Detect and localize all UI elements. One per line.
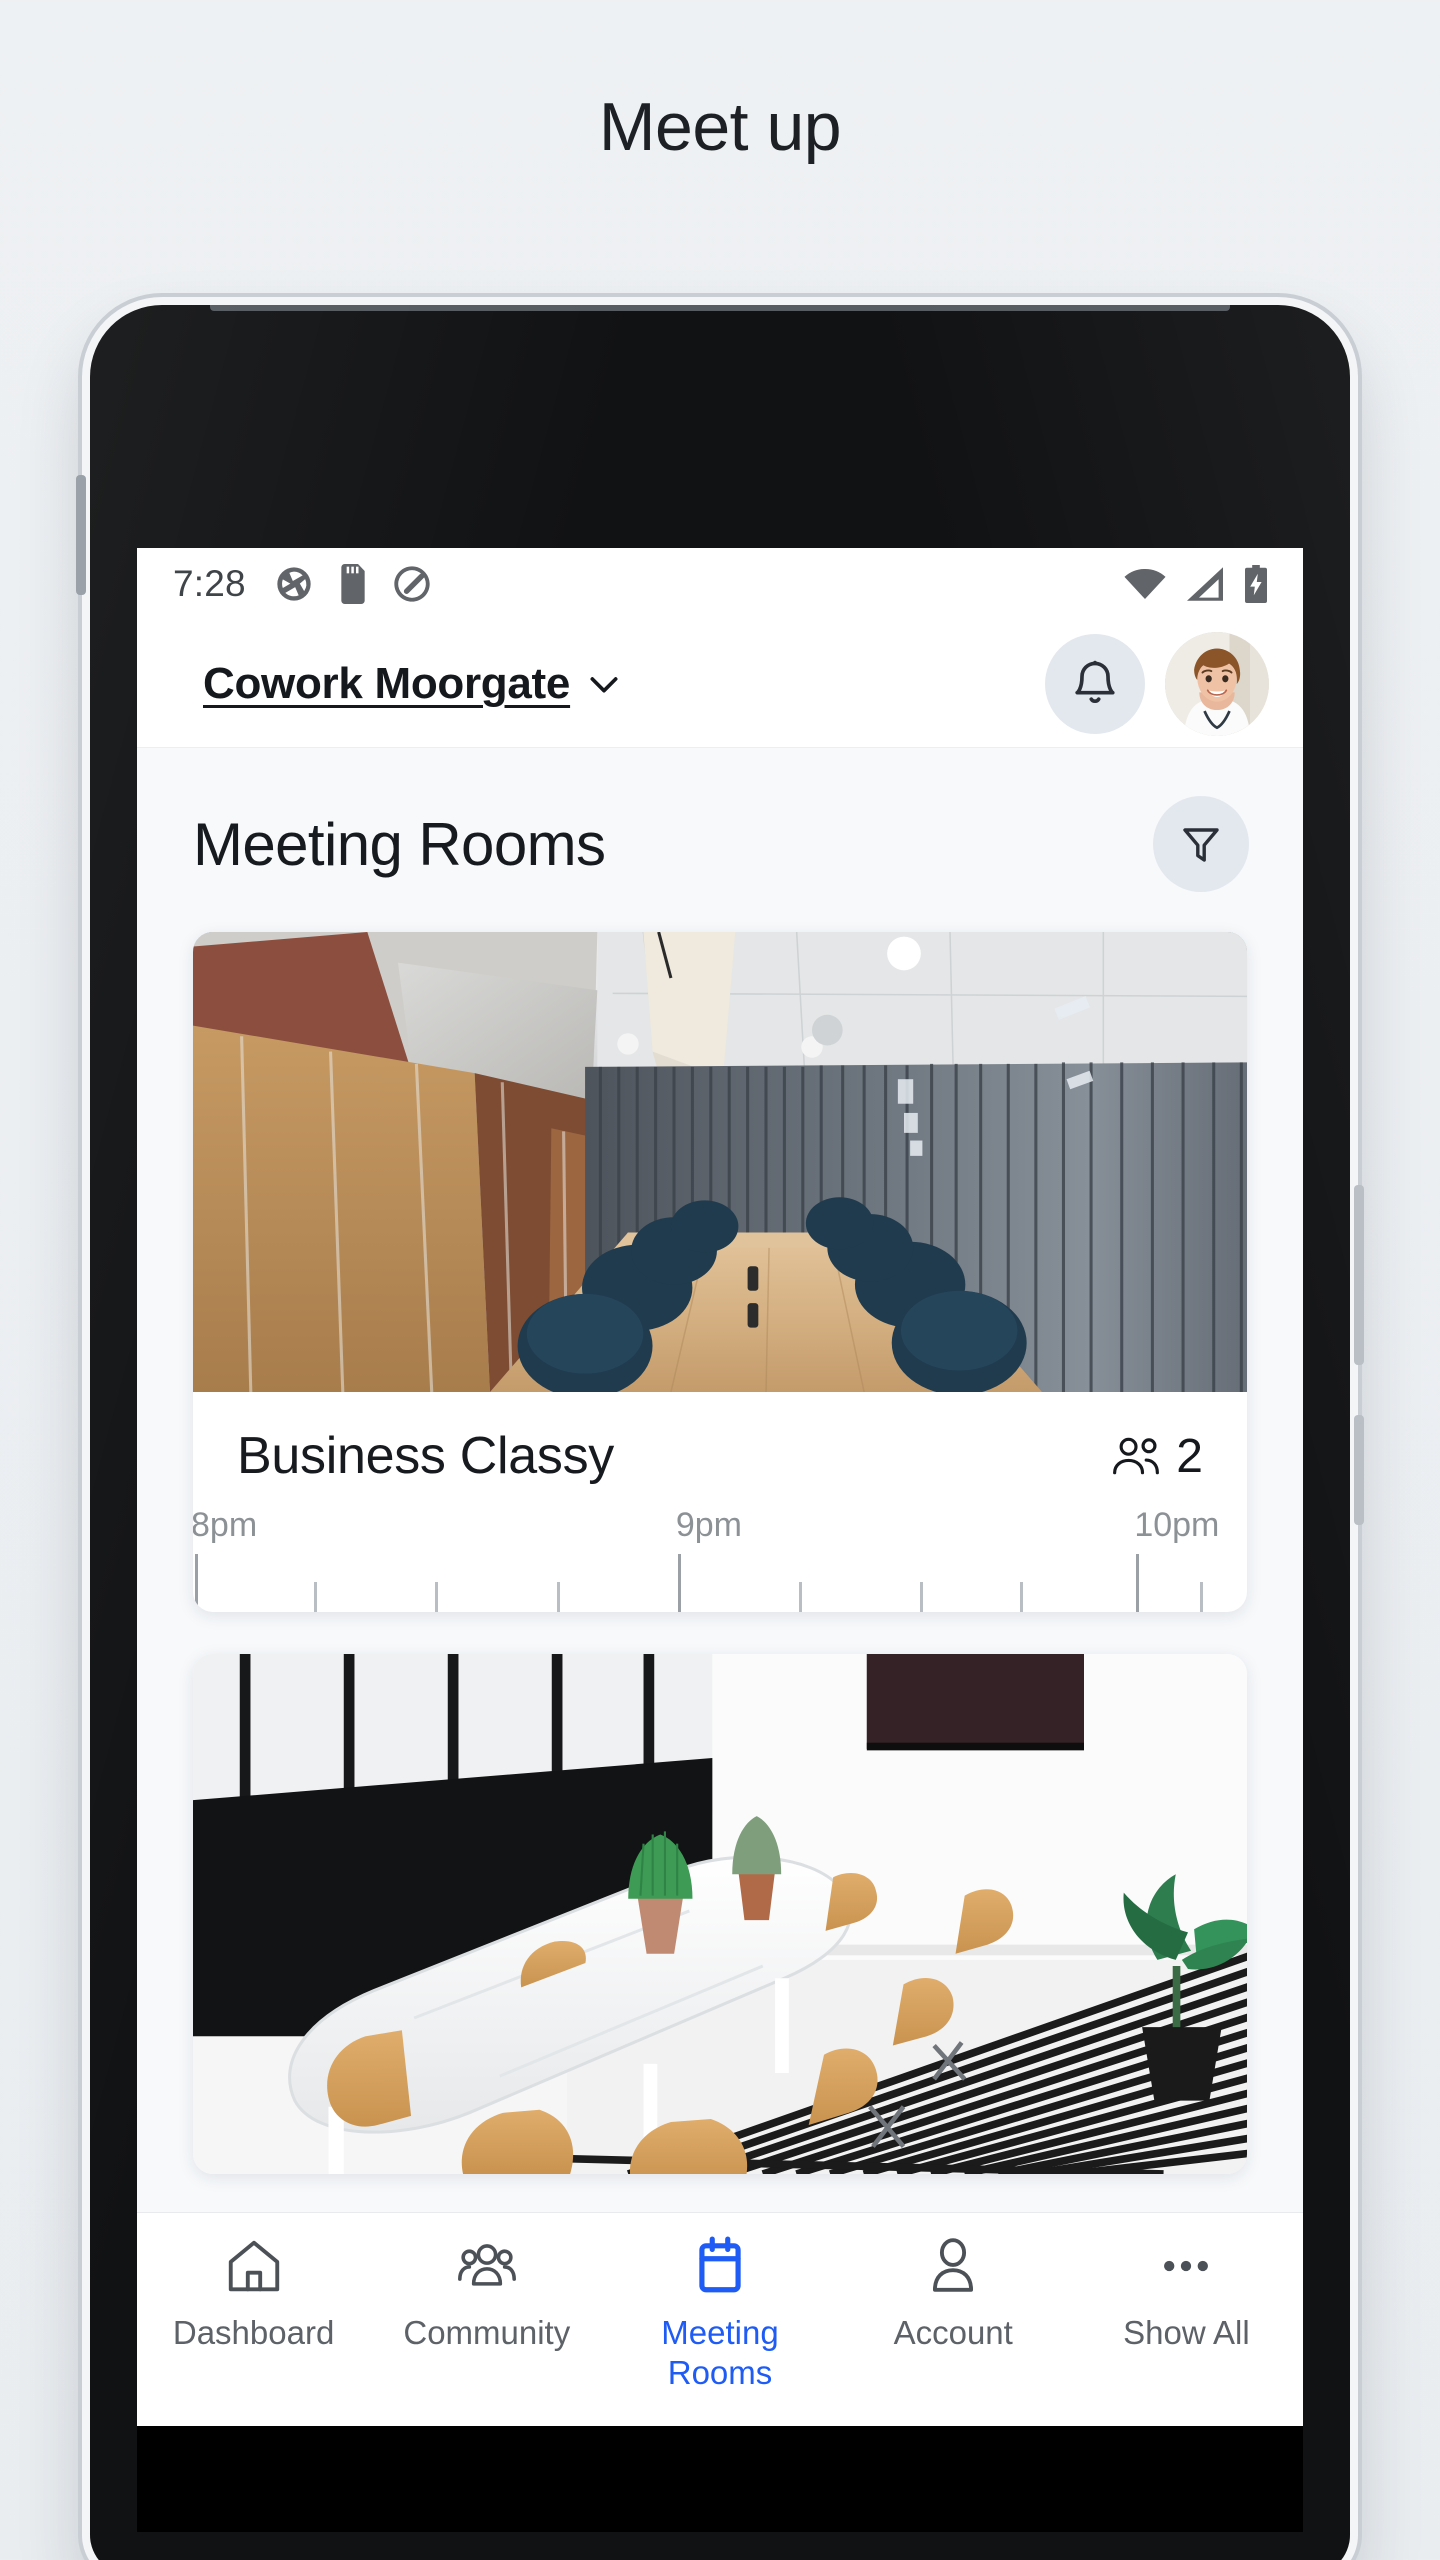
nav-item-show-all[interactable]: Show All <box>1070 2235 1303 2353</box>
main-content: Meeting Rooms Business Classy 2 8pm 9pm … <box>137 748 1303 2212</box>
timeline-tick-minor <box>1020 1582 1024 1612</box>
room-availability-timeline[interactable]: 8pm 9pm 10pm <box>193 1500 1247 1612</box>
ellipsis-icon <box>1164 2260 1209 2272</box>
people-icon <box>1113 1437 1160 1475</box>
timeline-hour-labels: 8pm 9pm 10pm <box>193 1506 1247 1554</box>
bottom-navigation-bar: Dashboard Community Meeting Rooms Accoun… <box>137 2212 1303 2425</box>
timeline-label: 9pm <box>675 1506 742 1544</box>
app-header-actions <box>1045 631 1269 736</box>
phone-device-frame: 7:28 Cowork Moorgate Meeting Rooms Busin… <box>76 305 1364 2560</box>
nav-item-account[interactable]: Account <box>837 2235 1070 2353</box>
power-button[interactable] <box>1354 1185 1364 1365</box>
bell-icon <box>1075 660 1115 703</box>
volume-button[interactable] <box>76 475 86 595</box>
calendar-icon <box>699 2236 741 2293</box>
nav-label-community: Community <box>403 2314 571 2351</box>
nav-item-community[interactable]: Community <box>370 2235 603 2353</box>
page-section-title: Meeting Rooms <box>193 810 606 878</box>
boardroom-photo-illustration <box>193 932 1247 1392</box>
room-card[interactable] <box>193 1654 1247 2174</box>
white-table-room-photo-illustration <box>193 1654 1247 2174</box>
timeline-tick-minor <box>556 1582 560 1612</box>
timeline-tick-minor <box>799 1582 803 1612</box>
room-card-title-row: Business Classy 2 <box>193 1392 1247 1500</box>
home-icon <box>228 2240 279 2292</box>
sd-card-icon <box>341 564 365 604</box>
room-capacity: 2 <box>1110 1429 1203 1484</box>
phone-screen: 7:28 Cowork Moorgate Meeting Rooms Busin… <box>137 548 1303 2426</box>
secondary-side-button[interactable] <box>1354 1415 1364 1525</box>
filter-funnel-icon <box>1183 828 1219 862</box>
filter-button[interactable] <box>1153 796 1249 892</box>
notifications-button[interactable] <box>1045 633 1145 734</box>
nav-label-account: Account <box>893 2314 1013 2351</box>
phone-top-antenna-line <box>210 305 1230 311</box>
camera-shutter-icon <box>277 567 311 601</box>
status-bar-system-icons <box>1123 565 1269 603</box>
venue-name-label: Cowork Moorgate <box>203 658 571 708</box>
timeline-tick-minor <box>1199 1582 1203 1612</box>
status-bar-notification-icons <box>274 564 432 604</box>
room-capacity-count: 2 <box>1176 1429 1203 1483</box>
nav-label-dashboard: Dashboard <box>172 2314 335 2351</box>
cellular-signal-icon <box>1187 567 1223 601</box>
timeline-label: 10pm <box>1134 1506 1220 1544</box>
avatar[interactable] <box>1165 631 1269 736</box>
page-title: Meet up <box>598 89 842 165</box>
android-navigation-strip <box>137 2426 1303 2532</box>
avatar-portrait <box>1165 631 1269 736</box>
chevron-down-icon <box>590 676 618 692</box>
status-bar-clock: 7:28 <box>173 563 246 604</box>
timeline-label: 8pm <box>193 1506 258 1544</box>
timeline-tick-minor <box>314 1582 318 1612</box>
timeline-tick-minor <box>920 1582 924 1612</box>
nav-item-dashboard[interactable]: Dashboard <box>137 2235 370 2353</box>
nfc-icon <box>394 566 430 602</box>
nav-label-show-all: Show All <box>1123 2314 1250 2351</box>
person-icon <box>933 2238 974 2292</box>
room-photo-business-classy <box>193 932 1247 1392</box>
timeline-tick-minor <box>435 1582 439 1612</box>
room-card[interactable]: Business Classy 2 8pm 9pm 10pm <box>193 932 1247 1612</box>
app-header: Cowork Moorgate <box>137 620 1303 748</box>
timeline-tick-major <box>195 1554 199 1612</box>
room-name: Business Classy <box>237 1427 614 1485</box>
timeline-tick-major <box>677 1554 681 1612</box>
section-header: Meeting Rooms <box>137 748 1303 932</box>
nav-label-meeting-rooms: Meeting Rooms <box>661 2314 779 2392</box>
timeline-tick-major <box>1136 1554 1140 1612</box>
room-photo-second <box>193 1654 1247 2174</box>
nav-item-meeting-rooms[interactable]: Meeting Rooms <box>603 2235 836 2394</box>
timeline-ticks <box>193 1554 1247 1612</box>
status-bar: 7:28 <box>137 548 1303 620</box>
venue-selector[interactable]: Cowork Moorgate <box>203 659 624 709</box>
wifi-icon <box>1124 568 1166 600</box>
battery-charging-icon <box>1245 565 1267 603</box>
people-group-icon <box>457 2244 516 2286</box>
